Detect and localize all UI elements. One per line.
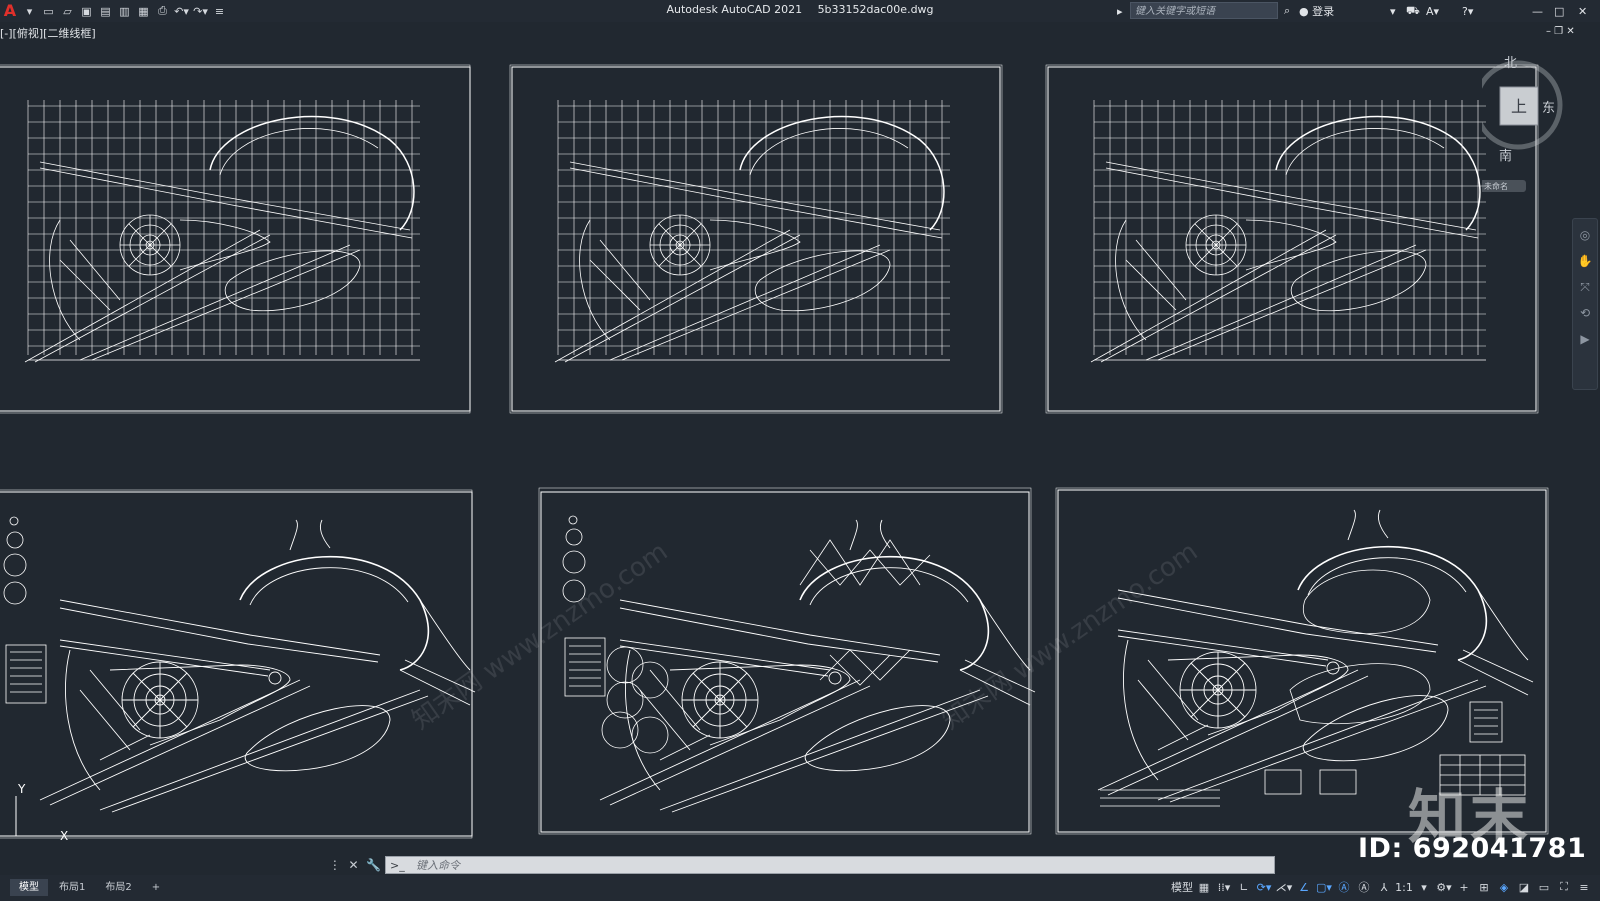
isolate-objects-icon[interactable]: ◪ — [1514, 878, 1534, 896]
minimize-icon[interactable]: — — [1532, 0, 1543, 22]
ucs-menu[interactable]: 未命名 — [1484, 181, 1508, 191]
sheet-frame[interactable] — [0, 64, 471, 414]
steering-wheel-icon[interactable]: ◎ — [1573, 225, 1597, 245]
sheet-frame[interactable] — [1045, 64, 1539, 414]
viewcube-north[interactable]: 北 — [1504, 56, 1517, 71]
customization-menu-icon[interactable]: ≡ — [1574, 878, 1594, 896]
save-icon[interactable]: ▣ — [77, 0, 96, 22]
maximize-icon[interactable]: □ — [1554, 0, 1564, 22]
viewport-controls[interactable]: – ❐ ✕ — [1546, 24, 1575, 38]
ucs-icon: Y X — [15, 782, 68, 843]
isodraft-icon[interactable]: ⋌▾ — [1274, 878, 1294, 896]
id-watermark: ID: 692041781 — [1358, 833, 1587, 864]
command-input[interactable]: >_ 键入命令 — [385, 856, 1275, 874]
user-icon: ● — [1299, 4, 1309, 18]
connect-icon[interactable]: A▾ — [1426, 0, 1439, 22]
publish-icon[interactable]: ▥ — [115, 0, 134, 22]
workspace-gear-icon[interactable]: ⚙▾ — [1434, 878, 1454, 896]
customize-icon[interactable]: ≡ — [210, 0, 229, 22]
command-line: ⋮ ✕ 🔧 >_ 键入命令 — [325, 855, 1275, 875]
close-commandline-icon[interactable]: ✕ — [348, 858, 358, 872]
viewport-label[interactable]: [-][俯视][二维线框] — [0, 25, 96, 41]
showmotion-icon[interactable]: ▶ — [1573, 329, 1597, 349]
ortho-icon[interactable]: ∟ — [1234, 878, 1254, 896]
quick-access-toolbar: A ▾ ▭ ▱ ▣ ▤ ▥ ▦ ⎙ ↶▾ ↷▾ ≡ — [0, 0, 229, 22]
plot-preview-icon[interactable]: ▦ — [134, 0, 153, 22]
scale-label[interactable]: 1:1 — [1394, 878, 1414, 896]
redo-icon[interactable]: ↷▾ — [191, 0, 210, 22]
snap-icon[interactable]: ⁞⁞▾ — [1214, 878, 1234, 896]
auto-scale-icon[interactable]: Ⓐ — [1354, 878, 1374, 896]
undo-icon[interactable]: ↶▾ — [172, 0, 191, 22]
layout-tabs: 模型 布局1 布局2 + — [10, 879, 171, 896]
navigation-bar: ◎ ✋ ⤧ ⟲ ▶ — [1572, 218, 1598, 390]
login-label: 登录 — [1312, 5, 1335, 18]
user-login[interactable]: ● 登录 — [1299, 0, 1334, 22]
sheet-frame[interactable] — [509, 64, 1003, 414]
clean-screen-icon[interactable]: ⛶ — [1554, 878, 1574, 896]
print-icon[interactable]: ⎙ — [153, 0, 172, 22]
drawing-canvas[interactable]: Y X 知末网 www.znzmo.com 知末网 www.znzmo.com — [0, 40, 1600, 858]
search-expand-icon[interactable]: ▸ — [1117, 0, 1123, 22]
autocad-logo-icon[interactable]: A — [0, 0, 20, 22]
cart-icon[interactable]: ⛟ — [1406, 0, 1420, 22]
hardware-accel-icon[interactable]: ▭ — [1534, 878, 1554, 896]
open-icon[interactable]: ▱ — [58, 0, 77, 22]
add-layout-button[interactable]: + — [143, 879, 169, 896]
object-snap-icon[interactable]: ▢▾ — [1314, 878, 1334, 896]
tab-model[interactable]: 模型 — [10, 879, 48, 896]
viewcube[interactable]: 上 北 西 东 南 未命名 — [1466, 55, 1582, 205]
annotation-visibility-icon[interactable]: Ⓐ — [1334, 878, 1354, 896]
tab-layout2[interactable]: 布局2 — [96, 879, 140, 896]
command-line-tools: ⋮ ✕ 🔧 — [325, 855, 385, 875]
new-icon[interactable]: ▭ — [39, 0, 58, 22]
customize-wrench-icon[interactable]: 🔧 — [366, 858, 381, 872]
search-icon[interactable]: ⌕ — [1284, 0, 1290, 22]
polar-icon[interactable]: ⟳▾ — [1254, 878, 1274, 896]
units-icon[interactable]: ⊞ — [1474, 878, 1494, 896]
pan-icon[interactable]: ✋ — [1573, 251, 1597, 271]
watermark-text: 知末网 www.znzmo.com — [407, 537, 673, 736]
search-input[interactable]: 键入关键字或短语 — [1130, 2, 1278, 19]
scale-dropdown-icon[interactable]: ▾ — [1414, 878, 1434, 896]
command-placeholder: 键入命令 — [416, 859, 460, 872]
title-bar: A ▾ ▭ ▱ ▣ ▤ ▥ ▦ ⎙ ↶▾ ↷▾ ≡ Autodesk AutoC… — [0, 0, 1600, 22]
sheet-frame[interactable] — [538, 487, 1036, 835]
ucs-y-label: Y — [17, 782, 26, 796]
account-dropdown-icon[interactable]: ▾ — [1390, 0, 1396, 22]
orbit-icon[interactable]: ⟲ — [1573, 303, 1597, 323]
grid-icon[interactable]: ▦ — [1194, 878, 1214, 896]
annotation-scale-icon[interactable]: ⅄ — [1374, 878, 1394, 896]
add-icon[interactable]: + — [1454, 878, 1474, 896]
viewcube-south[interactable]: 南 — [1499, 148, 1512, 164]
model-space-button[interactable]: 模型 — [1170, 878, 1194, 896]
close-icon[interactable]: ✕ — [1578, 0, 1587, 22]
viewcube-east[interactable]: 东 — [1542, 101, 1555, 116]
window-title: Autodesk AutoCAD 2021 5b33152dac00e.dwg — [0, 3, 1600, 16]
status-toolbar: 模型 ▦ ⁞⁞▾ ∟ ⟳▾ ⋌▾ ∠ ▢▾ Ⓐ Ⓐ ⅄ 1:1 ▾ ⚙▾ + ⊞… — [1170, 878, 1594, 896]
viewcube-face-label[interactable]: 上 — [1511, 97, 1527, 116]
osnap-tracking-icon[interactable]: ∠ — [1294, 878, 1314, 896]
help-icon[interactable]: ?▾ — [1462, 0, 1473, 22]
save-as-icon[interactable]: ▤ — [96, 0, 115, 22]
ucs-x-label: X — [60, 829, 68, 843]
quick-properties-icon[interactable]: ◈ — [1494, 878, 1514, 896]
status-bar: 模型 布局1 布局2 + 模型 ▦ ⁞⁞▾ ∟ ⟳▾ ⋌▾ ∠ ▢▾ Ⓐ Ⓐ ⅄… — [0, 875, 1600, 901]
command-prompt-icon[interactable]: >_ — [390, 857, 405, 875]
sheet-frame[interactable] — [0, 489, 476, 839]
zoom-extents-icon[interactable]: ⤧ — [1573, 277, 1597, 297]
app-menu-arrow-icon[interactable]: ▾ — [20, 0, 39, 22]
tab-layout1[interactable]: 布局1 — [50, 879, 94, 896]
app-name: Autodesk AutoCAD 2021 — [666, 3, 803, 16]
file-name: 5b33152dac00e.dwg — [817, 3, 934, 16]
drag-handle-icon[interactable]: ⋮ — [329, 858, 341, 872]
